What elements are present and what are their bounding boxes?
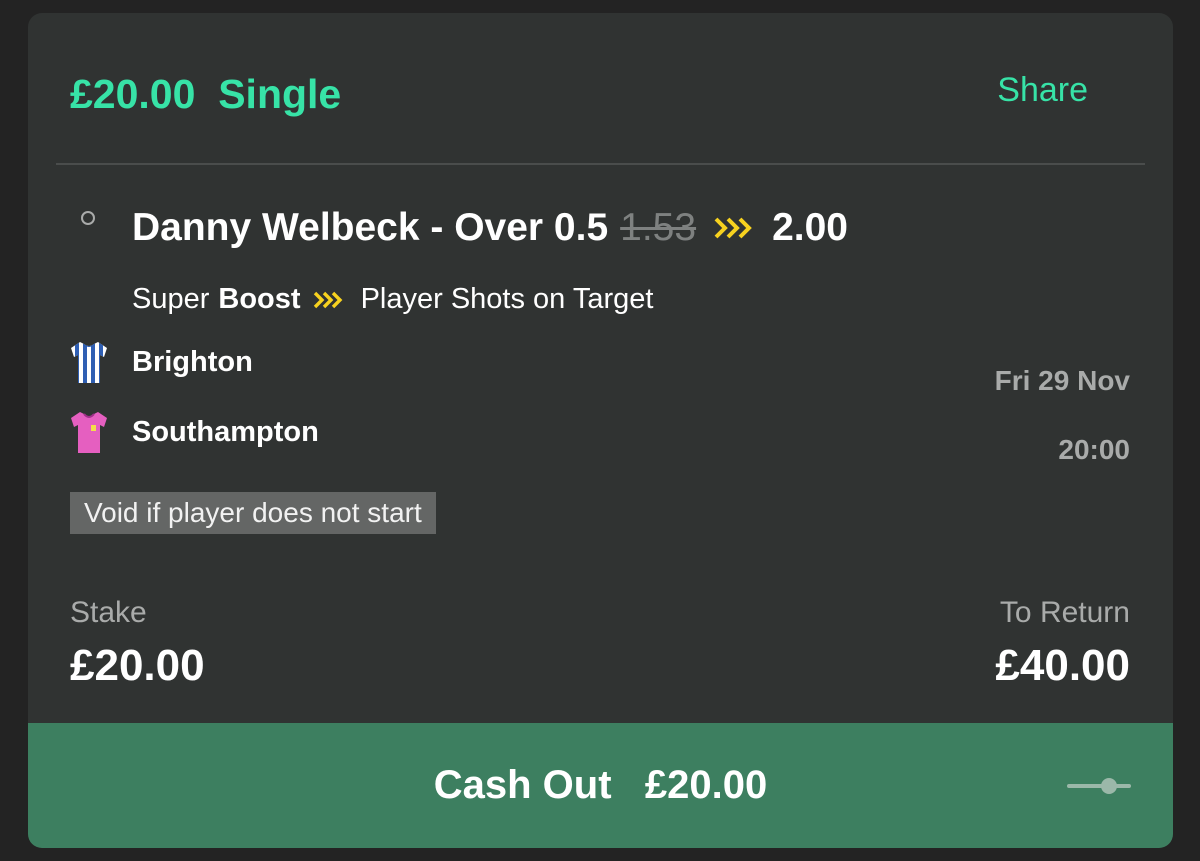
original-odds: 1.53	[620, 206, 697, 249]
return-label: To Return	[999, 596, 1130, 629]
home-team-name: Brighton	[132, 345, 253, 378]
bet-card: £20.00 Single Share Danny Welbeck - Over…	[28, 13, 1173, 848]
slider-knob[interactable]	[1101, 778, 1117, 794]
away-team-name: Southampton	[132, 415, 319, 448]
event-time: 20:00	[1058, 434, 1130, 465]
market-prefix: Super	[132, 283, 210, 315]
void-notice-badge: Void if player does not start	[70, 492, 436, 534]
double-chevron-icon	[714, 216, 754, 240]
cash-out-label: Cash Out £20.00	[28, 723, 1173, 848]
market-line: Super Boost Player Shots on Target	[132, 283, 653, 316]
cash-out-text: Cash Out	[433, 763, 612, 807]
selection-line: Danny Welbeck - Over 0.5 1.53 2.00	[132, 206, 848, 250]
radio-circle-icon	[81, 211, 95, 225]
striped-shirt-icon	[70, 340, 108, 384]
away-team: Southampton	[70, 410, 319, 454]
market-boost-label: Boost	[218, 283, 301, 315]
share-button[interactable]: Share	[997, 71, 1088, 110]
bet-stake-amount: £20.00	[70, 71, 196, 117]
boosted-odds: 2.00	[772, 206, 848, 249]
selection-name: Danny Welbeck - Over 0.5	[132, 206, 609, 249]
event-date: Fri 29 Nov	[994, 365, 1130, 396]
double-chevron-icon	[313, 290, 343, 310]
return-value: £40.00	[995, 641, 1130, 690]
market-name: Player Shots on Target	[360, 283, 654, 315]
slider-icon[interactable]	[1067, 778, 1131, 794]
header-divider	[56, 163, 1145, 165]
cash-out-button[interactable]: Cash Out £20.00	[28, 723, 1173, 848]
pink-shirt-icon	[70, 410, 108, 454]
bet-header: £20.00 Single Share	[28, 13, 1173, 163]
stake-value: £20.00	[70, 641, 205, 690]
bet-title: £20.00 Single	[70, 71, 341, 118]
cash-out-amount: £20.00	[644, 763, 768, 807]
home-team: Brighton	[70, 340, 253, 384]
stake-label: Stake	[70, 596, 147, 629]
bet-type: Single	[218, 71, 342, 117]
